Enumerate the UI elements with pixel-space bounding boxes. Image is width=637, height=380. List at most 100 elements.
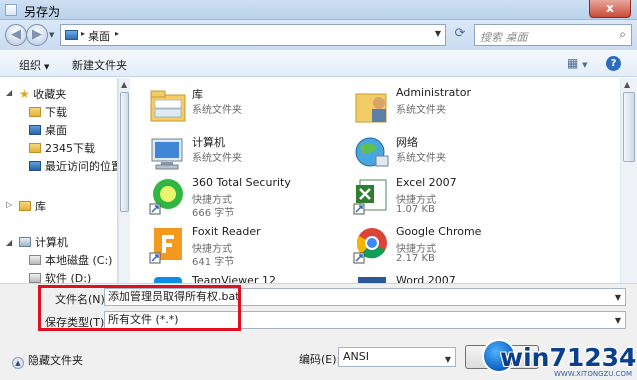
file-name: Administrator <box>396 86 471 99</box>
recent-pages-dropdown-icon[interactable]: ▼ <box>49 31 54 39</box>
file-type: 系统文件夹 <box>192 153 242 164</box>
organize-button[interactable]: 组织 ▼ <box>19 57 49 73</box>
close-button[interactable]: x <box>589 0 631 18</box>
window-title: 另存为 <box>24 5 61 19</box>
library-icon <box>150 90 186 122</box>
refresh-button[interactable]: ⟳ <box>452 26 468 42</box>
sidebar-item-favorites[interactable]: ★ 收藏夹 <box>19 86 66 102</box>
organize-label: 组织 <box>19 59 41 72</box>
file-size: 2.17 KB <box>396 253 435 264</box>
computer-icon <box>151 138 183 170</box>
view-options-button[interactable]: ▦ ▼ <box>567 56 588 70</box>
file-type: 系统文件夹 <box>396 105 446 116</box>
sidebar-label: 2345下载 <box>45 142 95 155</box>
breadcrumb-separator-icon[interactable]: ▸ <box>81 29 85 38</box>
file-item-word-2007[interactable]: Word 2007 <box>344 270 569 283</box>
360-security-icon <box>149 179 183 215</box>
file-name: 网络 <box>396 136 418 149</box>
file-item-excel-2007[interactable]: Excel 2007 快捷方式 1.07 KB <box>344 172 569 220</box>
file-item-360-total-security[interactable]: 360 Total Security 快捷方式 666 字节 <box>140 172 365 220</box>
word-icon <box>358 277 386 283</box>
save-type-select[interactable]: 所有文件 (*.*) ▼ <box>104 311 626 329</box>
filename-field[interactable]: 添加管理员取得所有权.bat ▼ <box>104 288 626 306</box>
breadcrumb-separator-icon[interactable]: ▸ <box>115 29 119 38</box>
file-item-network[interactable]: 网络 系统文件夹 <box>344 130 569 178</box>
save-type-value: 所有文件 (*.*) <box>108 313 179 326</box>
file-name: 360 Total Security <box>192 176 291 189</box>
teamviewer-icon <box>154 277 182 283</box>
desktop-icon <box>29 125 41 135</box>
library-icon <box>19 201 31 211</box>
desktop-icon <box>65 30 78 40</box>
chevron-down-icon[interactable]: ▼ <box>615 290 621 306</box>
collapse-caret-icon[interactable]: ◢ <box>6 238 12 247</box>
sidebar-label: 收藏夹 <box>33 88 67 101</box>
file-item-foxit-reader[interactable]: Foxit Reader 快捷方式 641 字节 <box>140 221 365 269</box>
save-dialog-icon <box>5 4 17 16</box>
file-type: 系统文件夹 <box>192 105 242 116</box>
address-dropdown-icon[interactable]: ▼ <box>435 29 441 38</box>
file-list-scrollbar[interactable]: ▲ <box>620 78 637 283</box>
user-folder-icon <box>355 93 387 123</box>
navigation-scrollbar[interactable]: ▲ <box>118 78 130 283</box>
file-name: 计算机 <box>192 136 225 149</box>
file-item-teamviewer-12[interactable]: TeamViewer 12 <box>140 270 365 283</box>
forward-button[interactable]: ▶ <box>26 24 48 46</box>
file-name: 库 <box>192 88 203 101</box>
file-item-library[interactable]: 库 系统文件夹 <box>140 82 365 130</box>
hide-folders-toggle[interactable]: ▲ 隐藏文件夹 <box>12 352 83 369</box>
sidebar-item-library[interactable]: 库 <box>19 198 46 214</box>
save-type-label: 保存类型(T): <box>45 316 109 329</box>
breadcrumb-desktop[interactable]: 桌面 <box>88 28 110 44</box>
chevron-up-icon: ▲ <box>12 357 24 369</box>
sidebar-item-drive-d[interactable]: 软件 (D:) <box>29 270 91 283</box>
file-name: TeamViewer 12 <box>192 274 276 283</box>
sidebar-label: 下载 <box>45 106 67 119</box>
file-item-administrator[interactable]: Administrator 系统文件夹 <box>344 82 569 130</box>
address-box[interactable]: ▸ 桌面 ▸ ▼ <box>60 24 446 46</box>
foxit-reader-icon <box>149 228 182 264</box>
sidebar-label: 桌面 <box>45 124 67 137</box>
search-placeholder: 搜索 桌面 <box>480 31 528 44</box>
collapse-caret-icon[interactable]: ◢ <box>6 88 12 97</box>
file-type: 系统文件夹 <box>396 153 446 164</box>
file-item-google-chrome[interactable]: Google Chrome 快捷方式 2.17 KB <box>344 221 569 269</box>
excel-icon <box>353 179 387 215</box>
sidebar-item-2345-downloads[interactable]: 2345下载 <box>29 140 95 156</box>
site-watermark: win71234.com WWW.XITONGZU.COM <box>478 337 637 380</box>
drive-icon <box>29 273 41 283</box>
chrome-icon <box>353 228 387 264</box>
sidebar-item-desktop[interactable]: 桌面 <box>29 122 67 138</box>
help-button[interactable]: ? <box>606 56 621 71</box>
scroll-up-icon[interactable]: ▲ <box>624 80 630 89</box>
encoding-select[interactable]: ANSI ▼ <box>338 347 456 367</box>
filename-value: 添加管理员取得所有权.bat <box>108 290 240 303</box>
sidebar-label: 计算机 <box>35 236 68 249</box>
sidebar-item-downloads[interactable]: 下载 <box>29 104 67 120</box>
filename-label: 文件名(N): <box>55 293 109 306</box>
recent-places-icon <box>29 161 41 171</box>
sidebar-item-drive-c[interactable]: 本地磁盘 (C:) <box>29 252 112 268</box>
file-item-computer[interactable]: 计算机 系统文件夹 <box>140 130 365 178</box>
search-icon[interactable]: ⌕ <box>619 27 626 42</box>
chevron-down-icon[interactable]: ▼ <box>445 351 451 369</box>
sidebar-item-recent-places[interactable]: 最近访问的位置 <box>29 158 117 174</box>
scrollbar-thumb[interactable] <box>120 92 129 212</box>
chevron-down-icon[interactable]: ▼ <box>615 313 621 329</box>
scrollbar-thumb[interactable] <box>623 92 635 162</box>
file-name: Foxit Reader <box>192 225 261 238</box>
scroll-up-icon[interactable]: ▲ <box>121 80 127 89</box>
drive-icon <box>29 255 41 265</box>
command-toolbar: 组织 ▼ 新建文件夹 ▦ ▼ ? <box>0 50 637 77</box>
search-input[interactable]: 搜索 桌面 ⌕ <box>474 24 632 46</box>
back-button[interactable]: ◀ <box>5 24 27 46</box>
expand-caret-icon[interactable]: ▷ <box>6 200 12 209</box>
sidebar-label: 软件 (D:) <box>45 272 92 283</box>
star-icon: ★ <box>19 87 30 101</box>
new-folder-button[interactable]: 新建文件夹 <box>72 57 127 73</box>
navigation-pane: ◢ ★ 收藏夹 下载 桌面 2345下载 最近访问的位置 ▷ 库 ◢ 计算机 本… <box>0 78 118 283</box>
file-list: 库 系统文件夹 Administrator 系统文件夹 计算机 系统文件夹 网络… <box>130 78 620 283</box>
sidebar-item-computer[interactable]: 计算机 <box>19 234 68 250</box>
watermark-text: win71234.com <box>500 343 637 372</box>
title-bar: 另存为 x <box>0 0 637 20</box>
